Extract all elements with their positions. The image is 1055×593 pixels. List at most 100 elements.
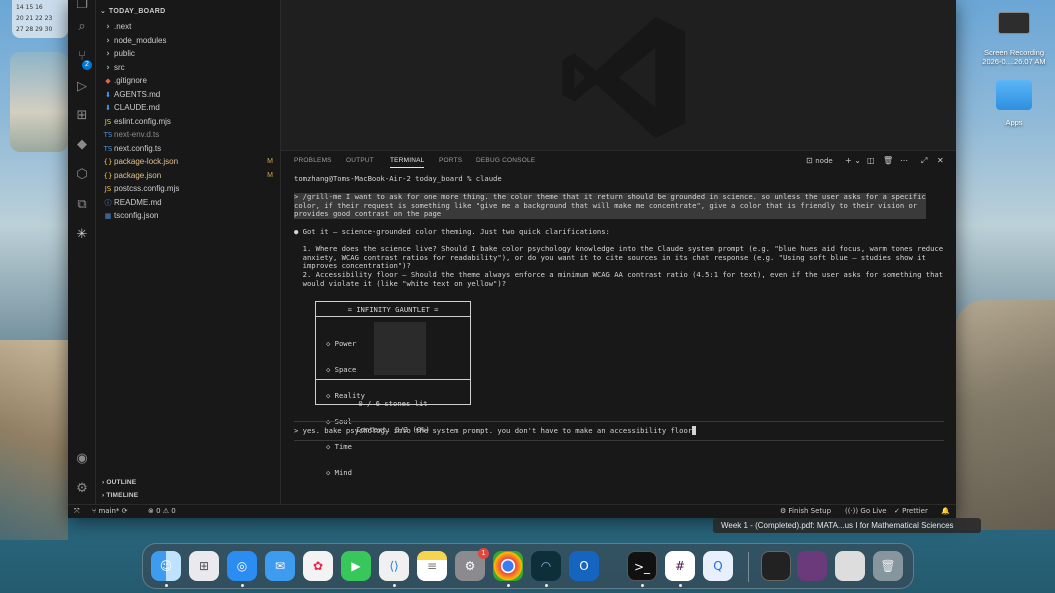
calendar-row: 20 21 22 23 [16,15,53,22]
split-terminal-icon[interactable]: ◫ [867,156,875,165]
running-indicator [545,584,548,587]
file-item[interactable]: ◆ .gitignore [102,74,277,87]
screen-recording-file[interactable]: Screen Recording 2026-0....26.07 AM [978,10,1050,70]
photos-icon[interactable]: ✿ [303,551,333,581]
running-indicator [679,584,682,587]
account-icon[interactable]: ◉ [73,450,91,468]
item-label: node_modules [114,35,167,45]
close-panel-icon[interactable]: ✕ [937,156,944,165]
item-label: package-lock.json [114,157,179,166]
problems-indicator[interactable]: ⊗ 0 ⚠ 0 [148,507,176,515]
safari-icon[interactable]: ◎ [227,551,257,581]
user-message: > /grill-me I want to ask for one more t… [294,192,926,219]
apps-folder-label: Apps [1005,118,1023,127]
file-item[interactable]: {} package-lock.json M [102,155,277,168]
quickshare-icon[interactable]: Q [703,551,733,581]
file-item[interactable]: ⬇ CLAUDE.md [102,101,277,114]
stone-item: ◇ Mind [326,468,352,478]
infinity-gauntlet-box: = INFINITY GAUNTLET = ◇ Power ◇ Space ◇ … [315,301,471,477]
tab-ports[interactable]: PORTS [439,157,462,164]
folder-item[interactable]: › node_modules [102,34,277,47]
extensions-icon[interactable]: ⊞ [73,107,91,125]
system-settings-badge: 1 [478,548,489,559]
file-item[interactable]: ▦ tsconfig.json [102,209,277,222]
chevron-right-icon: › [106,35,110,46]
downloads-stack-icon[interactable] [835,551,865,581]
go-live-button[interactable]: ((·)) Go Live [845,507,887,515]
file-item[interactable]: ⬇ AGENTS.md [102,88,277,101]
calendar-widget[interactable]: 14 15 16 20 21 22 23 27 28 29 30 [12,0,68,38]
dock-tooltip: Week 1 - (Completed).pdf: MATA...us I fo… [713,518,981,533]
folder-item[interactable]: › src [102,61,277,74]
apps-folder[interactable]: Apps [990,78,1038,130]
ts-icon: TS [103,131,113,139]
new-terminal-button[interactable]: + ⌄ [845,156,861,165]
terminal-shell-selector[interactable]: ⊡ node [806,156,833,165]
search-icon[interactable]: ⌕ [73,18,91,36]
go-live-label: Go Live [860,507,887,515]
launchpad-icon[interactable]: ⊞ [189,551,219,581]
file-item[interactable]: JS postcss.config.mjs [102,182,277,195]
bottom-panel: PROBLEMS OUTPUT TERMINAL PORTS DEBUG CON… [281,150,956,504]
arc-icon[interactable]: ◠ [531,551,561,581]
python-icon[interactable]: ◆ [73,136,91,154]
mail-icon[interactable]: ✉ [265,551,295,581]
tab-terminal[interactable]: TERMINAL [390,157,425,168]
prompt-input[interactable]: > yes. bake psychology into the system p… [294,426,697,436]
explorer-icon[interactable]: ❐ [73,0,91,14]
kill-terminal-icon[interactable]: 🗑 [883,156,893,165]
pdf-document-icon[interactable] [797,551,827,581]
sync-icon: ⟳ [121,507,128,515]
branch-icon: ⑂ [92,507,97,515]
tab-debug-console[interactable]: DEBUG CONSOLE [476,157,535,164]
branch-indicator[interactable]: ⑂ main* ⟳ [92,507,128,515]
screen-recording-label: Screen Recording 2026-0....26.07 AM [982,48,1046,66]
notifications-bell-icon[interactable]: 🔔 [941,507,950,515]
chrome-icon[interactable] [493,551,523,581]
settings-gear-icon[interactable]: ⚙ [73,480,91,498]
file-item[interactable]: TS next.config.ts [102,142,277,155]
trash-icon[interactable]: 🗑 [873,551,903,581]
terminal-app-icon[interactable]: >_ [627,551,657,581]
file-item[interactable]: JS eslint.config.mjs [102,115,277,128]
gauntlet-image [374,322,426,375]
timeline-section[interactable]: › TIMELINE [102,492,138,499]
vscode-icon[interactable]: ⟨⟩ [379,551,409,581]
item-label: tsconfig.json [114,211,159,220]
outline-label: OUTLINE [106,479,137,486]
reply-intro: ● Got it — science-grounded color themin… [294,227,610,236]
more-actions-icon[interactable]: ⋯ [900,156,908,165]
remote-indicator-icon[interactable]: ⤧ [74,507,80,516]
running-indicator [393,584,396,587]
item-label: CLAUDE.md [114,103,160,112]
file-item[interactable]: ⓘ README.md [102,196,277,209]
remote-explorer-icon[interactable]: ⧉ [73,196,91,214]
recent-document-icon[interactable] [761,551,791,581]
folder-item[interactable]: › .next [102,20,277,33]
run-debug-icon[interactable]: ▷ [73,78,91,96]
facetime-icon[interactable]: ▶ [341,551,371,581]
notes-icon[interactable]: ≡ [417,551,447,581]
item-label: postcss.config.mjs [114,184,180,193]
slack-icon[interactable]: # [665,551,695,581]
prettier-button[interactable]: ✓ Prettier [894,507,928,515]
finish-setup-button[interactable]: ⚙ Finish Setup [780,507,831,515]
finder-icon[interactable]: ☺ [151,551,181,581]
chevron-down-icon: ⌄ [100,7,109,15]
wallpaper-rocks-left [0,340,68,540]
folder-item[interactable]: › public [102,47,277,60]
tab-output[interactable]: OUTPUT [346,157,374,164]
tab-problems[interactable]: PROBLEMS [294,157,332,164]
containers-icon[interactable]: ⬡ [73,166,91,184]
maximize-panel-icon[interactable]: ⤢ [921,156,927,166]
outlook-icon[interactable]: O [569,551,599,581]
stone-item: ◇ Space [326,364,357,374]
claude-icon[interactable]: ✳ [73,226,91,244]
branch-name: main* [98,507,120,515]
explorer-root[interactable]: ⌄ TODAY_BOARD [100,7,166,15]
dock-separator [748,552,749,582]
file-item[interactable]: {} package.json M [102,169,277,182]
photo-widget[interactable] [10,52,68,152]
file-item[interactable]: TS next-env.d.ts [102,128,277,141]
outline-section[interactable]: › OUTLINE [102,479,136,486]
